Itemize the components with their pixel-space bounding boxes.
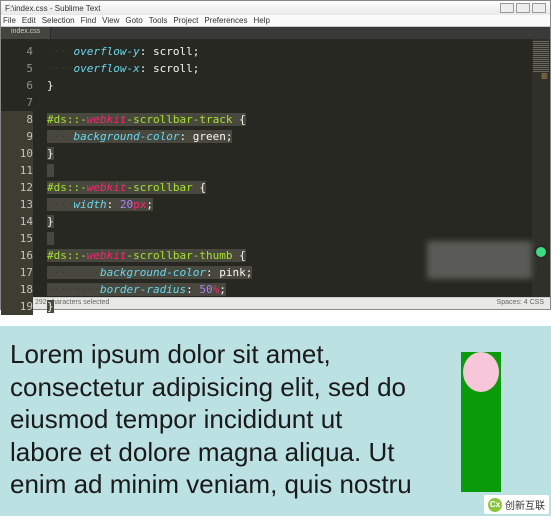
tab-index-css[interactable]: index.css (1, 27, 51, 39)
sublime-window: F:\index.css - Sublime Text File Edit Se… (0, 0, 551, 310)
line-number: 9 (1, 128, 33, 145)
menu-project[interactable]: Project (173, 16, 198, 25)
menu-goto[interactable]: Goto (125, 16, 142, 25)
menu-tools[interactable]: Tools (149, 16, 168, 25)
menu-help[interactable]: Help (253, 16, 269, 25)
line-number: 11 (1, 162, 33, 179)
blurred-region (427, 241, 532, 279)
preview-content: Lorem ipsum dolor sit amet, consectetur … (10, 338, 541, 503)
line-number: 5 (1, 60, 33, 77)
menu-edit[interactable]: Edit (22, 16, 36, 25)
browser-preview: Lorem ipsum dolor sit amet, consectetur … (0, 326, 551, 516)
line-number: 18 (1, 281, 33, 298)
watermark: Cx 创新互联 (484, 495, 549, 514)
custom-scrollbar-thumb[interactable] (463, 352, 499, 392)
minimize-button[interactable] (500, 3, 514, 13)
line-number: 4 (1, 43, 33, 60)
line-number: 6 (1, 77, 33, 94)
line-number: 10 (1, 145, 33, 162)
maximize-button[interactable] (516, 3, 530, 13)
hamburger-icon: ≡ (541, 69, 548, 83)
menu-find[interactable]: Find (81, 16, 97, 25)
line-number: 19 (1, 298, 33, 315)
line-number: 12 (1, 179, 33, 196)
tabbar: index.css (1, 27, 550, 39)
watermark-text: 创新互联 (505, 497, 545, 512)
gutter: 4 5 6 7 8 9 10 11 12 13 14 15 16 17 18 1… (1, 39, 41, 297)
editor[interactable]: 4 5 6 7 8 9 10 11 12 13 14 15 16 17 18 1… (1, 39, 550, 297)
close-button[interactable] (532, 3, 546, 13)
line-number: 17 (1, 264, 33, 281)
status-dot-icon (534, 245, 548, 259)
line-number: 16 (1, 247, 33, 264)
menu-preferences[interactable]: Preferences (204, 16, 247, 25)
lorem-text: Lorem ipsum dolor sit amet, consectetur … (10, 338, 415, 501)
line-number: 7 (1, 94, 33, 111)
menu-view[interactable]: View (102, 16, 119, 25)
menu-selection[interactable]: Selection (42, 16, 75, 25)
line-number: 13 (1, 196, 33, 213)
line-number: 8 (1, 111, 33, 128)
line-number: 14 (1, 213, 33, 230)
menubar: File Edit Selection Find View Goto Tools… (1, 15, 550, 27)
titlebar: F:\index.css - Sublime Text (1, 1, 550, 15)
menu-file[interactable]: File (3, 16, 16, 25)
line-number: 15 (1, 230, 33, 247)
window-title: F:\index.css - Sublime Text (5, 4, 100, 13)
watermark-logo-icon: Cx (488, 498, 502, 512)
